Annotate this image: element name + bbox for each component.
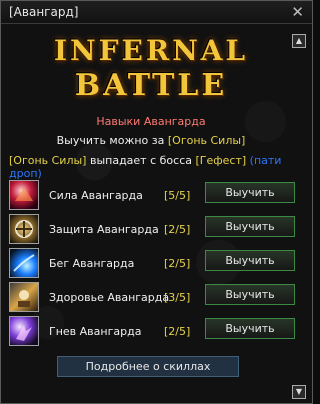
learn-item-link[interactable]: [Огонь Силы] — [168, 134, 245, 147]
skill-level: [2/5] — [164, 325, 191, 338]
skill-level: [5/5] — [164, 189, 191, 202]
learn-button[interactable]: Выучить — [205, 250, 295, 271]
skill-row: Здоровье Авангарда [3/5] Выучить — [9, 282, 305, 313]
skill-name: Гнев Авангарда — [49, 325, 142, 338]
vanguard-window: [Авангард] ✕ ▲ ▼ INFERNAL BATTLE Навыки … — [0, 0, 313, 404]
title-bar[interactable]: [Авангард] ✕ — [1, 1, 312, 24]
skill-level: [3/5] — [164, 291, 191, 304]
strength-skill-icon — [9, 180, 39, 210]
learn-button[interactable]: Выучить — [205, 182, 295, 203]
learn-button[interactable]: Выучить — [205, 284, 295, 305]
run-skill-icon — [9, 248, 39, 278]
section-title: Навыки Авангарда — [96, 115, 206, 128]
skill-row: Сила Авангарда [5/5] Выучить — [9, 180, 305, 211]
logo-line-2: BATTLE — [74, 68, 228, 103]
scroll-up-button[interactable]: ▲ — [292, 34, 306, 48]
skill-name: Здоровье Авангарда — [49, 291, 170, 304]
logo-line-1: INFERNAL — [53, 34, 249, 67]
skill-name: Защита Авангарда — [49, 223, 159, 236]
learn-prefix: Выучить можно за — [56, 134, 168, 147]
skill-level: [2/5] — [164, 223, 191, 236]
wrath-skill-icon — [9, 316, 39, 346]
learn-button[interactable]: Выучить — [205, 318, 295, 339]
close-icon[interactable]: ✕ — [291, 3, 304, 21]
skill-row: Гнев Авангарда [2/5] Выучить — [9, 316, 305, 347]
learn-button[interactable]: Выучить — [205, 216, 295, 237]
defense-skill-icon — [9, 214, 39, 244]
boss-link[interactable]: [Гефест] — [195, 154, 246, 167]
skill-name: Сила Авангарда — [49, 189, 143, 202]
skill-level: [2/5] — [164, 257, 191, 270]
drop-item-link[interactable]: [Огонь Силы] — [9, 154, 86, 167]
health-skill-icon — [9, 282, 39, 312]
game-logo: INFERNAL BATTLE — [41, 35, 261, 107]
drop-text: выпадает с босса — [86, 154, 196, 167]
learn-requirement: Выучить можно за [Огонь Силы] — [1, 134, 301, 147]
skill-row: Защита Авангарда [2/5] Выучить — [9, 214, 305, 245]
skill-name: Бег Авангарда — [49, 257, 135, 270]
skill-row: Бег Авангарда [2/5] Выучить — [9, 248, 305, 279]
scroll-down-button[interactable]: ▼ — [292, 385, 306, 399]
window-title: [Авангард] — [9, 5, 79, 19]
drop-info: [Огонь Силы] выпадает с босса [Гефест] (… — [9, 154, 309, 180]
more-about-skills-button[interactable]: Подробнее о скиллах — [57, 356, 239, 377]
